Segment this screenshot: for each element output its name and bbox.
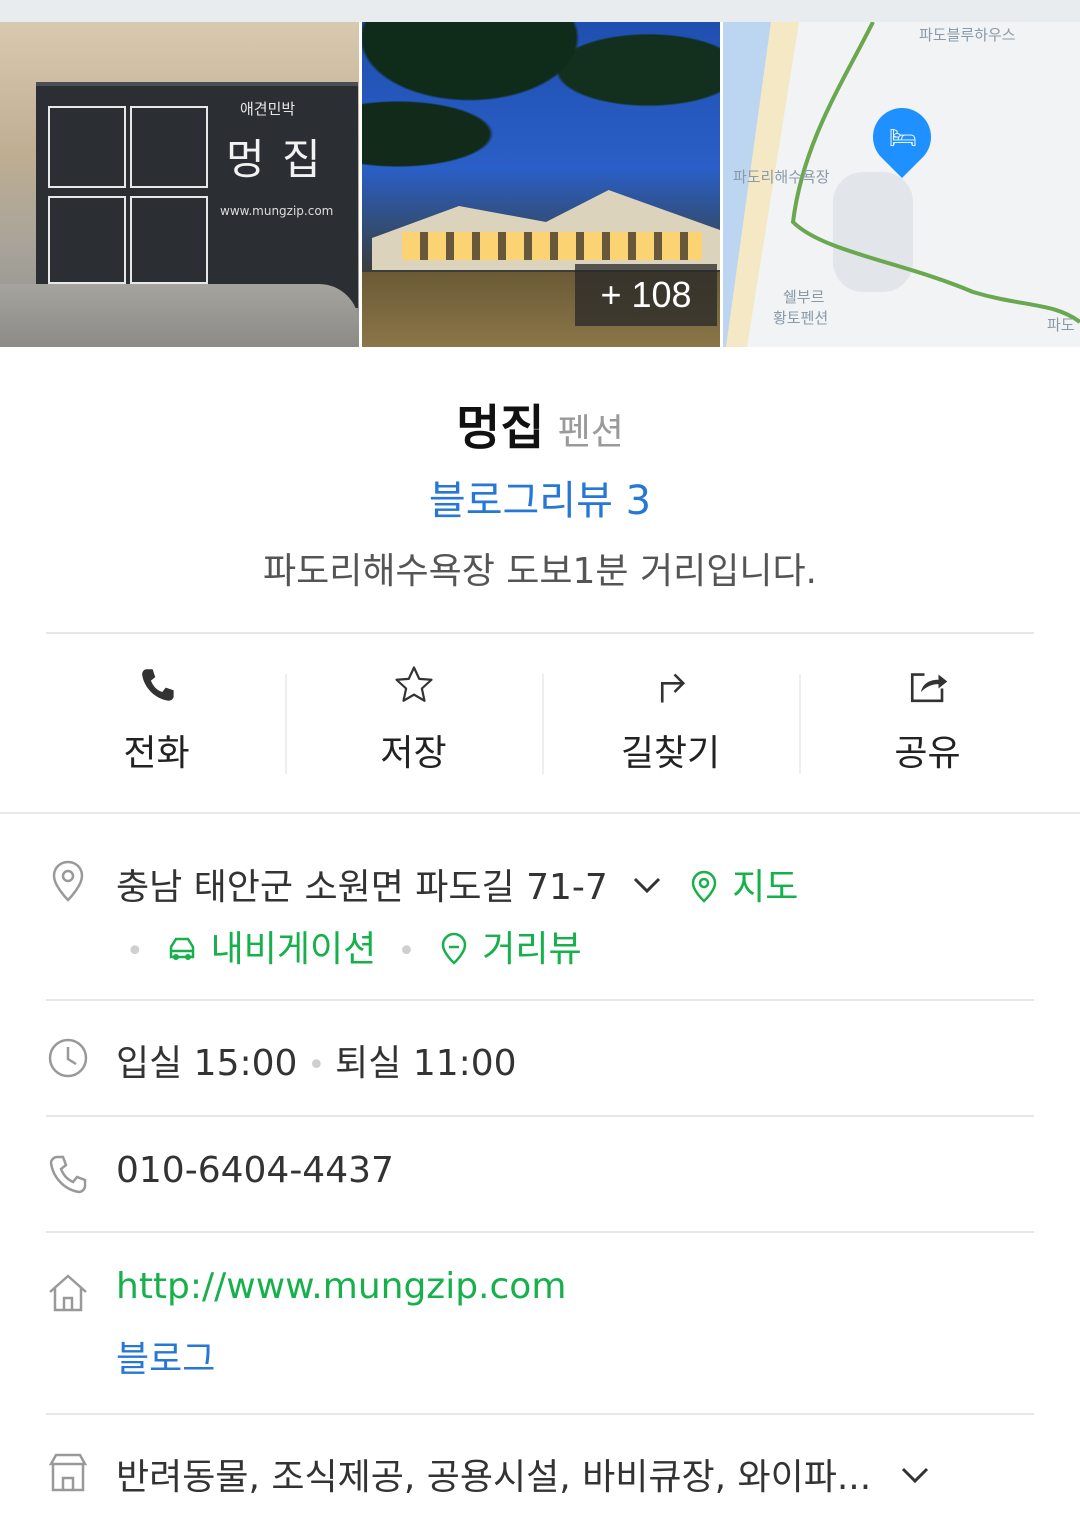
bullet-dot: • <box>397 934 416 969</box>
place-category: 펜션 <box>557 412 624 453</box>
star-icon <box>394 666 433 702</box>
checkin-time: 입실 15:00 <box>116 1043 298 1084</box>
address-links-row: • 내비게이션 • 거리뷰 <box>116 920 582 972</box>
share-label: 공유 <box>894 733 961 774</box>
save-label: 저장 <box>380 733 447 774</box>
directions-icon <box>660 673 685 703</box>
pine-tree <box>362 22 720 182</box>
photo-house[interactable]: + 108 <box>362 22 720 347</box>
address-row: 충남 태안군 소원면 파도길 71-7 지도 <box>116 858 798 910</box>
bed-icon: 🛏 <box>889 126 917 151</box>
location-pin-icon <box>52 860 84 902</box>
checkin-row: 입실 15:00 • 퇴실 11:00 <box>116 1034 517 1086</box>
map-label-beach: 파도리해수욕장 <box>733 168 830 186</box>
map-label-pension-2: 황토펜션 <box>773 309 829 327</box>
homepage-link[interactable]: http://www.mungzip.com <box>116 1266 566 1307</box>
phone-number[interactable]: 010-6404-4437 <box>116 1150 394 1191</box>
bullet-dot: • <box>126 934 144 969</box>
map-pin-green-icon <box>691 870 716 903</box>
car-icon <box>169 937 195 960</box>
store-icon <box>48 1453 88 1492</box>
blog-link[interactable]: 블로그 <box>116 1330 215 1382</box>
chevron-down-icon[interactable] <box>629 867 665 903</box>
phone-icon <box>141 669 174 701</box>
clock-icon <box>48 1038 88 1078</box>
share-button[interactable]: 공유 <box>799 660 1056 776</box>
bullet-dot: • <box>307 1048 326 1083</box>
place-description: 파도리해수욕장 도보1분 거리입니다. <box>262 551 818 592</box>
divider <box>46 1413 1034 1415</box>
stone-sign <box>36 82 358 308</box>
map-thumbnail[interactable]: 파도블루하우스 파도리해수욕장 쉘부르 황토펜션 파도 🛏 <box>723 22 1080 347</box>
divider <box>46 632 1034 634</box>
chevron-down-icon[interactable] <box>897 1457 933 1493</box>
checkout-time: 퇴실 11:00 <box>335 1043 517 1084</box>
call-label: 전화 <box>123 733 190 774</box>
map-link[interactable]: 지도 <box>732 867 798 908</box>
map-label-pension-1: 쉘부르 <box>783 288 825 306</box>
blog-review-link[interactable]: 블로그리뷰 3 <box>0 468 1080 526</box>
sign-title: 멍 집 <box>226 135 323 184</box>
address-text[interactable]: 충남 태안군 소원면 파도길 71-7 <box>116 867 608 908</box>
home-icon <box>49 1274 87 1312</box>
directions-label: 길찾기 <box>620 733 721 774</box>
divider <box>46 1231 1034 1233</box>
rocks <box>0 284 359 347</box>
amenities-text: 반려동물, 조식제공, 공용시설, 바비큐장, 와이파... <box>116 1457 872 1498</box>
directions-button[interactable]: 길찾기 <box>542 660 799 776</box>
section-divider <box>0 812 1080 814</box>
sign-subtitle: 애견민박 <box>240 100 296 118</box>
place-title-row: 멍집 펜션 <box>0 388 1080 458</box>
navigation-link[interactable]: 내비게이션 <box>211 929 377 970</box>
streetview-link[interactable]: 거리뷰 <box>482 929 581 970</box>
more-photos-badge[interactable]: + 108 <box>575 264 717 326</box>
action-bar: 전화 저장 길찾기 공유 <box>28 660 1056 776</box>
map-label-edge: 파도 <box>1047 316 1075 334</box>
map-label-top: 파도블루하우스 <box>919 26 1016 44</box>
phone-outline-icon <box>49 1155 87 1194</box>
divider <box>46 1115 1034 1117</box>
sign-url: www.mungzip.com <box>220 204 334 218</box>
photo-strip: 애견민박 멍 집 www.mungzip.com + 108 파도블루하우스 파… <box>0 22 1080 347</box>
top-status-strip <box>0 0 1080 22</box>
share-icon <box>910 673 947 703</box>
save-button[interactable]: 저장 <box>285 660 542 776</box>
amenities-row: 반려동물, 조식제공, 공용시설, 바비큐장, 와이파... <box>116 1448 933 1500</box>
call-button[interactable]: 전화 <box>28 660 285 776</box>
place-name: 멍집 <box>456 400 545 456</box>
divider <box>46 999 1034 1001</box>
streetview-icon <box>441 932 467 965</box>
lit-windows <box>402 232 702 260</box>
photo-sign[interactable]: 애견민박 멍 집 www.mungzip.com <box>0 22 359 347</box>
